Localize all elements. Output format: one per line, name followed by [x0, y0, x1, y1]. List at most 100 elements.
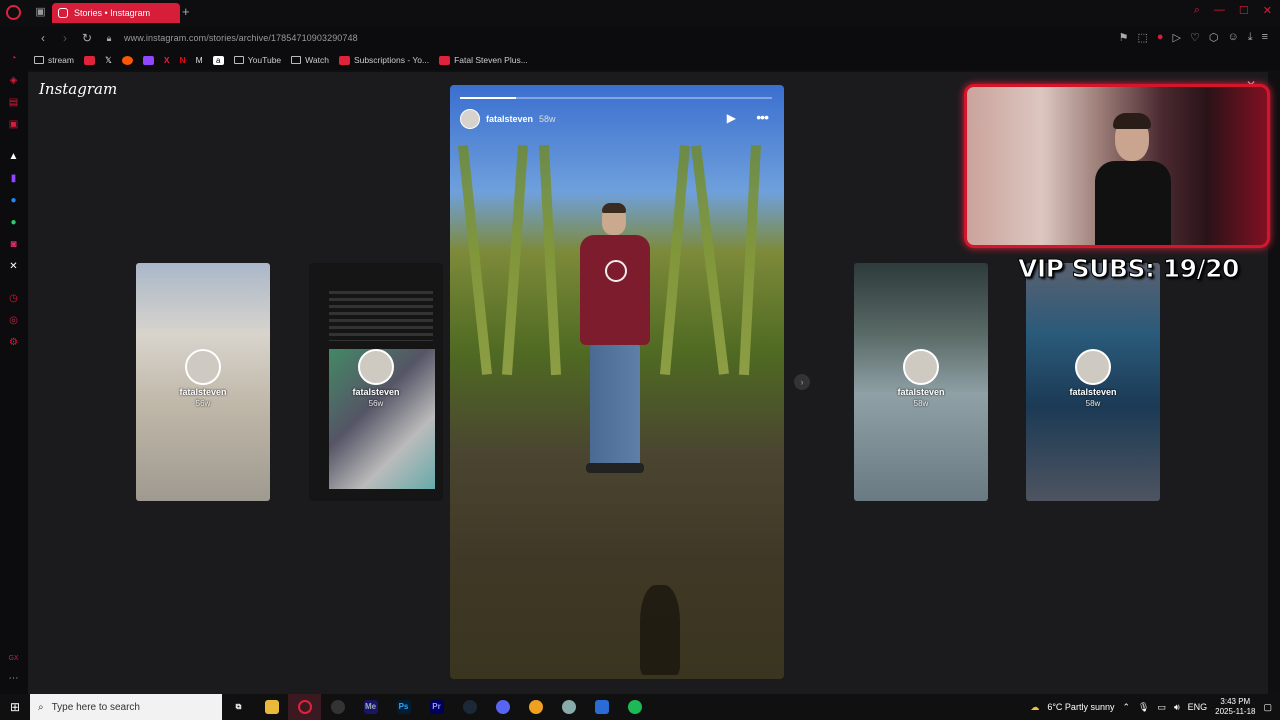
bookmark-watch[interactable]: Watch: [291, 55, 329, 65]
tab-overview-icon[interactable]: ▣: [34, 6, 47, 19]
gmail-icon: M: [195, 55, 203, 65]
clock-time: 3:43 PM: [1220, 697, 1251, 706]
avatar[interactable]: [460, 109, 480, 129]
side-story-1[interactable]: fatalsteven 56w: [136, 263, 270, 501]
opera-gx-icon[interactable]: [288, 694, 321, 720]
obs-icon[interactable]: [321, 694, 354, 720]
play-icon[interactable]: ▷: [1173, 31, 1181, 44]
clock[interactable]: 3:43 PM 2025-11-18: [1215, 697, 1255, 717]
spotify-icon[interactable]: [618, 694, 651, 720]
back-button[interactable]: ‹: [36, 31, 50, 45]
premiere-icon[interactable]: Pr: [420, 694, 453, 720]
window-controls: ⌕ — ☐ ✕: [1194, 4, 1272, 17]
folder-icon: [233, 56, 244, 64]
weather-text[interactable]: 6°C Partly sunny: [1047, 702, 1114, 712]
snapshot-icon[interactable]: ⬚: [1137, 31, 1147, 44]
steam-icon[interactable]: [453, 694, 486, 720]
twitch-icon: [142, 55, 154, 65]
file-explorer-icon[interactable]: [255, 694, 288, 720]
bookmarks-bar: stream 𝕏 X N M a YouTube Watch Subscript…: [28, 50, 1280, 70]
side-story-4[interactable]: fatalsteven 58w: [1026, 263, 1160, 501]
pinboard-icon[interactable]: ◎: [7, 314, 20, 327]
microphone-icon[interactable]: 🎙︎: [1138, 702, 1149, 713]
media-encoder-icon[interactable]: Me: [354, 694, 387, 720]
visual-studio-icon[interactable]: [585, 694, 618, 720]
close-button[interactable]: ✕: [1263, 4, 1272, 17]
photoshop-icon[interactable]: Ps: [387, 694, 420, 720]
extensions-icon[interactable]: ⬡: [1209, 31, 1219, 44]
bookmark-x-red[interactable]: X: [164, 55, 170, 65]
address-bar: ‹ › ↻ 🔒︎ www.instagram.com/stories/archi…: [28, 26, 1280, 50]
chevron-up-icon[interactable]: ⌃: [1122, 702, 1130, 713]
bookmark-youtube-icon[interactable]: [83, 55, 95, 65]
pen-app-icon[interactable]: [552, 694, 585, 720]
music-icon[interactable]: ▣: [7, 118, 20, 131]
task-view-icon[interactable]: ⧉: [222, 694, 255, 720]
instagram-sidebar-icon[interactable]: ◙: [7, 238, 20, 251]
taskbar-search[interactable]: ⌕ Type here to search: [30, 694, 222, 720]
minimize-button[interactable]: —: [1214, 4, 1225, 17]
bag-icon[interactable]: ◈: [7, 74, 20, 87]
forward-button[interactable]: ›: [58, 31, 72, 45]
windows-start-icon[interactable]: ⊞: [0, 700, 30, 714]
whatsapp-icon[interactable]: ●: [7, 216, 20, 229]
maximize-button[interactable]: ☐: [1239, 4, 1249, 17]
history-icon[interactable]: ◷: [7, 292, 20, 305]
wallet-icon[interactable]: ▤: [7, 96, 20, 109]
bookmark-x[interactable]: 𝕏: [105, 55, 112, 66]
reload-button[interactable]: ↻: [80, 31, 94, 45]
bookmark-gmail[interactable]: M: [196, 55, 203, 65]
story-time: 56w: [195, 399, 211, 408]
story-username[interactable]: fatalsteven: [486, 114, 533, 124]
gx-icon[interactable]: GX: [7, 652, 20, 665]
download-icon[interactable]: ⤓: [1248, 31, 1253, 44]
story-username: fatalsteven: [1069, 387, 1117, 397]
aria-icon[interactable]: ▲: [7, 150, 20, 163]
settings-icon[interactable]: ⚙: [7, 336, 20, 349]
story-time: 56w: [368, 399, 384, 408]
side-story-3[interactable]: fatalsteven 58w: [854, 263, 988, 501]
url-field[interactable]: www.instagram.com/stories/archive/178547…: [124, 33, 358, 43]
instagram-logo[interactable]: Instagram: [39, 80, 117, 98]
bookmark-twitch[interactable]: [142, 55, 154, 65]
tab-title: Stories • Instagram: [74, 8, 151, 18]
language-indicator[interactable]: ENG: [1188, 702, 1208, 712]
bookmark-netflix[interactable]: N: [180, 55, 186, 65]
bookmark-amazon[interactable]: a: [212, 55, 224, 65]
vip-subs-counter: VIP SUBS: 19/20: [1018, 254, 1240, 284]
story-time: 58w: [539, 114, 556, 124]
new-tab-button[interactable]: +: [182, 4, 190, 19]
active-story[interactable]: fatalsteven 58w ▶ •••: [450, 85, 784, 679]
avatar: [1075, 349, 1111, 385]
next-story-button[interactable]: ›: [794, 374, 810, 390]
search-icon[interactable]: ⌕: [1194, 4, 1200, 17]
bookmark-subscriptions[interactable]: Subscriptions - Yo...: [338, 55, 429, 65]
network-icon[interactable]: ▭: [1157, 702, 1166, 713]
tab-instagram[interactable]: Stories • Instagram: [52, 3, 180, 23]
more-icon[interactable]: ⋯: [7, 672, 20, 685]
twitch-sidebar-icon[interactable]: ▮: [7, 172, 20, 185]
x-sidebar-icon[interactable]: ✕: [7, 260, 20, 273]
notifications-icon[interactable]: ▢: [1263, 702, 1272, 713]
speed-dial-icon[interactable]: ◔: [7, 52, 20, 65]
story-person: [580, 203, 650, 475]
side-story-2[interactable]: fatalsteven 56w: [309, 263, 443, 501]
heart-icon[interactable]: ♡: [1190, 31, 1200, 44]
volume-icon[interactable]: 🔊︎: [1174, 702, 1180, 713]
shield-icon[interactable]: ●: [1157, 31, 1164, 44]
bookmark-icon[interactable]: ⚑: [1119, 31, 1129, 44]
menu-icon[interactable]: ≡: [1262, 31, 1268, 44]
discord-icon[interactable]: [486, 694, 519, 720]
bookmark-reddit[interactable]: [121, 55, 133, 65]
play-icon[interactable]: ▶: [727, 111, 736, 125]
more-options-icon[interactable]: •••: [756, 109, 769, 125]
profile-icon[interactable]: ☺: [1227, 31, 1238, 44]
netflix-icon: N: [179, 55, 186, 65]
bookmark-stream[interactable]: stream: [34, 55, 74, 65]
bookmark-youtube-folder[interactable]: YouTube: [233, 55, 281, 65]
browser-sidebar: ◔ ◈ ▤ ▣ ▲ ▮ ● ● ◙ ✕ ◷ ◎ ⚙ GX ⋯: [0, 26, 28, 694]
search-app-icon[interactable]: [519, 694, 552, 720]
messenger-icon[interactable]: ●: [7, 194, 20, 207]
bookmark-fatal-steven[interactable]: Fatal Steven Plus...: [439, 55, 528, 65]
opera-logo-icon[interactable]: [6, 5, 21, 20]
